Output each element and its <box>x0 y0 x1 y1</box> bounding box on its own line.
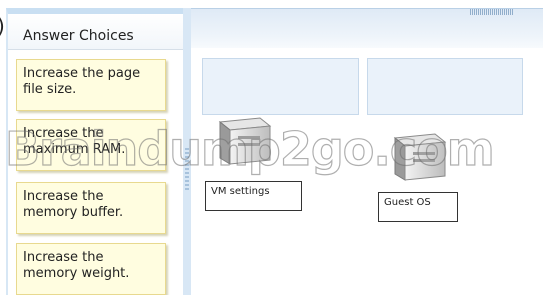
drop-target-vm-settings[interactable] <box>202 58 359 115</box>
vm-settings-label: VM settings <box>205 181 302 211</box>
answer-choice-memory-weight[interactable]: Increase the memory weight. <box>16 243 166 295</box>
splitter-grip-icon[interactable] <box>185 148 189 190</box>
answer-choices-panel: Answer Choices Increase the page file si… <box>6 8 183 295</box>
guest-os-label: Guest OS <box>378 192 458 222</box>
answer-choice-memory-buffer[interactable]: Increase the memory buffer. <box>16 182 166 234</box>
drop-target-guest-os[interactable] <box>367 58 523 115</box>
computer-icon <box>393 133 447 181</box>
answer-choice-page-file[interactable]: Increase the page file size. <box>16 59 166 111</box>
grip-handle-icon[interactable] <box>470 9 514 15</box>
answer-choice-maximum-ram[interactable]: Increase the maximum RAM. <box>16 119 166 171</box>
computer-icon <box>218 117 272 165</box>
answer-area-panel: VM settings Guest OS <box>191 8 543 295</box>
question-marker: ) <box>0 14 5 38</box>
answer-choices-header: Answer Choices <box>8 14 183 50</box>
drag-drop-question: ) Answer Choices Increase the page file … <box>0 0 543 295</box>
answer-area-header <box>191 8 543 48</box>
answer-choices-title: Answer Choices <box>23 28 134 44</box>
